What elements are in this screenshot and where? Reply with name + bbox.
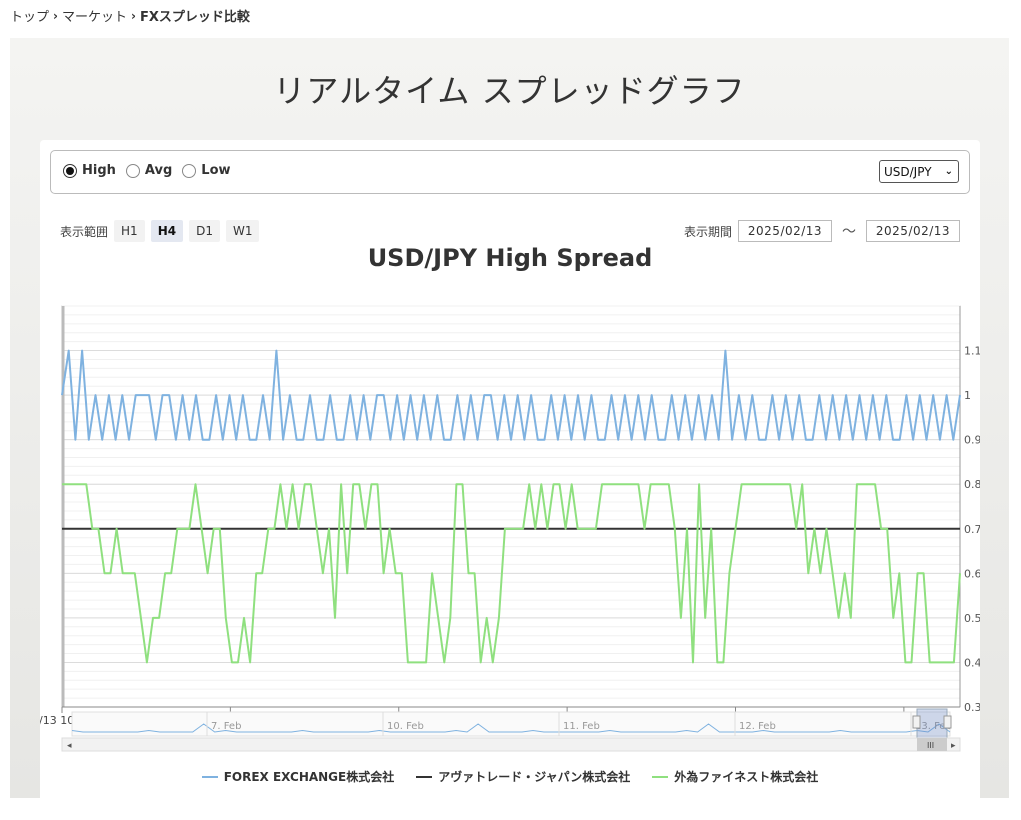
breadcrumb-top-link[interactable]: トップ <box>10 6 49 25</box>
y-tick-label: 0.3 <box>964 701 980 714</box>
chart-card: High Avg Low USD/JPY ⌄ 表示範囲 H1 H4 D1 W1 … <box>40 140 980 820</box>
y-tick-label: 0.6 <box>964 567 980 580</box>
navigator-label: 7. Feb <box>211 721 241 732</box>
navigator-window <box>916 708 948 740</box>
breadcrumb: トップ › マーケット › FXスプレッド比較 <box>10 6 250 26</box>
page-title: リアルタイム スプレッドグラフ <box>273 72 746 110</box>
navigator-label: 10. Feb <box>387 721 424 732</box>
y-tick-label: 0.7 <box>964 523 980 536</box>
y-tick-label: 0.9 <box>964 434 980 447</box>
legend-item-avatrade[interactable]: アヴァトレード・ジャパン株式会社 <box>416 768 630 785</box>
legend-label: FOREX EXCHANGE株式会社 <box>223 770 395 784</box>
legend-label: 外為ファイネスト株式会社 <box>674 770 819 784</box>
legend-swatch <box>652 775 669 778</box>
y-tick-label: 0.5 <box>964 612 980 625</box>
y-tick-label: 0.8 <box>964 478 980 491</box>
navigator-handle-left <box>912 715 921 729</box>
chart-legend: FOREX EXCHANGE株式会社 アヴァトレード・ジャパン株式会社 外為ファ… <box>40 768 980 785</box>
y-tick-label: 1.1 <box>964 345 980 358</box>
legend-swatch <box>201 775 218 778</box>
scrollbar-grip-icon: III <box>927 741 934 750</box>
legend-swatch <box>416 775 433 778</box>
legend-item-forex[interactable]: FOREX EXCHANGE株式会社 <box>201 768 395 785</box>
scroll-left-arrow-icon: ◂ <box>67 741 72 751</box>
breadcrumb-current: FXスプレッド比較 <box>139 10 250 25</box>
spread-panel: リアルタイム スプレッドグラフ High Avg Low USD/JPY ⌄ 表… <box>10 38 1009 820</box>
legend-label: アヴァトレード・ジャパン株式会社 <box>438 770 631 784</box>
legend-item-gaitame-finest[interactable]: 外為ファイネスト株式会社 <box>652 768 818 785</box>
spread-chart: 1.110.90.80.70.60.50.40.32/13 10:002/13 … <box>40 305 980 752</box>
navigator-handle-right <box>943 715 952 729</box>
scrollbar-track <box>61 737 961 752</box>
plot-area <box>61 305 961 708</box>
breadcrumb-separator: › <box>130 8 136 23</box>
navigator-label: 11. Feb <box>563 721 600 732</box>
y-tick-label: 0.4 <box>964 656 980 669</box>
y-tick-label: 1 <box>964 389 971 402</box>
breadcrumb-separator: › <box>53 8 58 23</box>
scroll-right-arrow-icon: ▸ <box>951 741 956 751</box>
navigator-label: 12. Feb <box>739 721 776 732</box>
breadcrumb-market-link[interactable]: マーケット <box>62 6 127 25</box>
